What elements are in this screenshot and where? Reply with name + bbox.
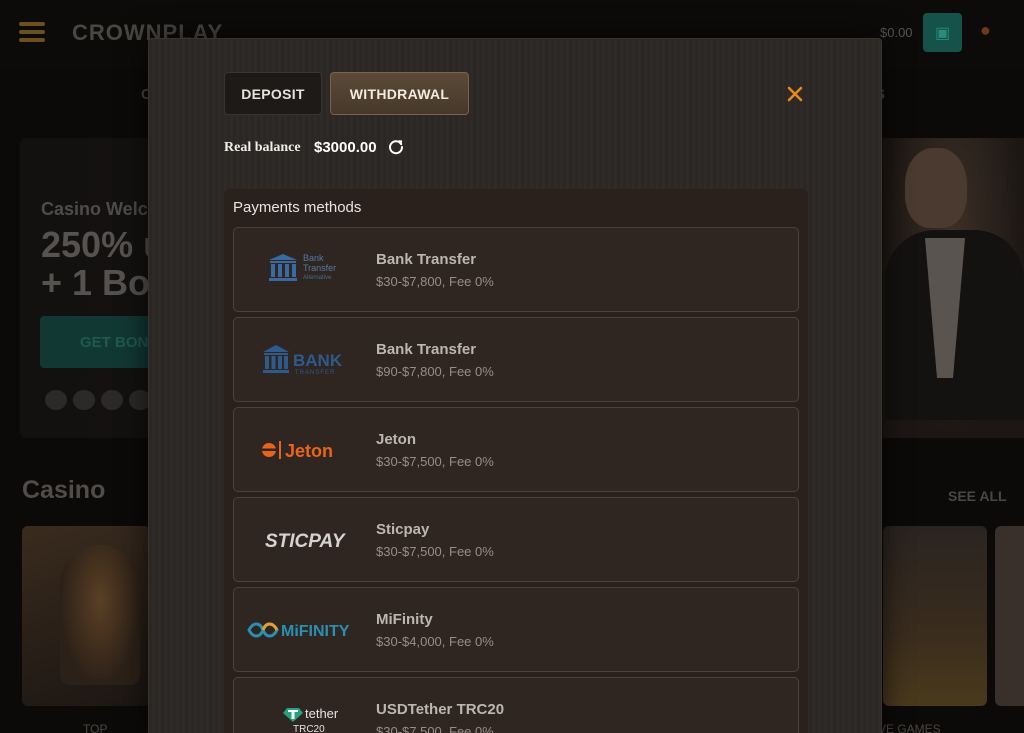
payment-icon	[101, 390, 123, 410]
menu-icon[interactable]	[19, 22, 45, 42]
payment-method-limits: $30-$7,500, Fee 0%	[376, 724, 494, 733]
payment-method-name: Bank Transfer	[376, 341, 477, 358]
svg-text:BANK: BANK	[293, 351, 343, 370]
user-icon[interactable]: ●	[980, 20, 1002, 44]
payment-method-name: Jeton	[376, 431, 417, 448]
payment-method-limits: $90-$7,800, Fee 0%	[376, 364, 494, 379]
game-card[interactable]	[883, 526, 987, 706]
balance-value: $3000.00	[314, 139, 377, 156]
visa-icon	[45, 390, 67, 410]
payment-method-bank-transfer[interactable]: BANK TRANSFER Bank Transfer $90-$7,800, …	[233, 317, 799, 402]
payment-method-limits: $30-$7,500, Fee 0%	[376, 454, 494, 469]
game-card-label: VE GAMES	[878, 722, 941, 733]
payment-method-name: Sticpay	[376, 521, 430, 538]
svg-text:tether: tether	[305, 706, 339, 721]
jeton-logo: Jeton	[244, 424, 366, 476]
bank-icon: Bank Transfer Alternative	[269, 253, 336, 281]
refresh-icon[interactable]	[387, 138, 405, 156]
payment-method-usdtether-trc20[interactable]: tether TRC20 USDTether TRC20 $30-$7,500,…	[233, 677, 799, 733]
mastercard-icon	[73, 390, 95, 410]
payment-method-sticpay[interactable]: STICPAY Sticpay $30-$7,500, Fee 0%	[233, 497, 799, 582]
svg-text:Bank: Bank	[303, 253, 324, 263]
svg-text:TRANSFER: TRANSFER	[295, 370, 335, 376]
banner-headline-1: 250% u	[41, 224, 166, 265]
svg-text:MiFINITY: MiFINITY	[281, 623, 350, 640]
tether-logo: tether TRC20	[244, 694, 366, 733]
payment-method-mifinity[interactable]: MiFINITY MiFinity $30-$4,000, Fee 0%	[233, 587, 799, 672]
payment-method-jeton[interactable]: Jeton Jeton $30-$7,500, Fee 0%	[233, 407, 799, 492]
payment-method-name: MiFinity	[376, 611, 433, 628]
payment-method-bank-transfer-alt[interactable]: Bank Transfer Alternative Bank Transfer …	[233, 227, 799, 312]
tab-withdrawal[interactable]: WITHDRAWAL	[330, 72, 469, 115]
page: CROWNPLAY $0.00 ▣ ● C S Casino Welc 250%…	[0, 0, 1024, 733]
wallet-button[interactable]: ▣	[923, 13, 962, 52]
banner-figure-head	[905, 148, 967, 228]
payment-method-name: Bank Transfer	[376, 251, 477, 268]
banner-subtitle: Casino Welc	[41, 199, 148, 219]
svg-text:STICPAY: STICPAY	[265, 531, 347, 552]
tether-icon: tether TRC20	[283, 706, 339, 733]
see-all-link[interactable]: SEE ALL	[948, 488, 1007, 504]
bank-transfer-logo: BANK TRANSFER	[244, 334, 366, 386]
payment-methods-list: Bank Transfer Alternative Bank Transfer …	[233, 227, 799, 733]
payment-modal: DEPOSIT WITHDRAWAL Real balance $3000.00…	[148, 38, 882, 733]
close-button[interactable]	[783, 82, 807, 106]
payment-methods-title: Payments methods	[233, 199, 362, 216]
payment-logos	[45, 390, 151, 410]
payment-method-limits: $30-$4,000, Fee 0%	[376, 634, 494, 649]
game-card-label: TOP	[83, 722, 108, 733]
section-title: Casino	[22, 476, 106, 504]
game-card-art	[60, 545, 140, 685]
bank-icon: BANK TRANSFER	[263, 345, 343, 376]
mifinity-logo: MiFINITY	[244, 604, 366, 656]
payment-method-name: USDTether TRC20	[376, 701, 505, 718]
infinity-icon: MiFINITY	[247, 622, 350, 640]
close-icon	[787, 86, 803, 102]
balance-label: Real balance	[224, 140, 301, 155]
jeton-icon: Jeton	[261, 441, 333, 461]
svg-text:Jeton: Jeton	[285, 441, 333, 461]
sticpay-logo: STICPAY	[265, 531, 347, 552]
game-card[interactable]	[995, 526, 1024, 706]
wallet-icon: ▣	[934, 24, 951, 42]
bank-transfer-alt-logo: Bank Transfer Alternative	[244, 244, 366, 296]
header-balance: $0.00	[880, 25, 913, 40]
banner-headline-2: + 1 Bo	[41, 262, 151, 303]
payment-method-limits: $30-$7,800, Fee 0%	[376, 274, 494, 289]
svg-text:Alternative: Alternative	[303, 275, 332, 281]
sticpay-logo: STICPAY	[244, 514, 366, 566]
svg-text:TRC20: TRC20	[293, 724, 325, 733]
payment-method-limits: $30-$7,500, Fee 0%	[376, 544, 494, 559]
tab-deposit[interactable]: DEPOSIT	[224, 72, 322, 115]
svg-text:Transfer: Transfer	[303, 263, 336, 273]
